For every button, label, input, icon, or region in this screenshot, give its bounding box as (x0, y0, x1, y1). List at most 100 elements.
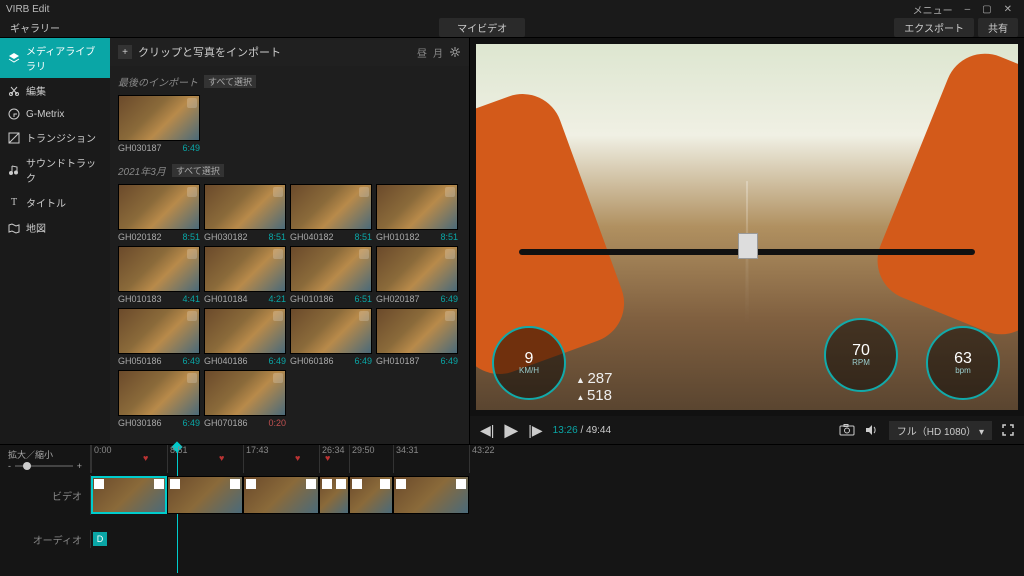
close-button[interactable]: ✕ (998, 4, 1018, 15)
gallery-link[interactable]: ギャラリー (0, 20, 70, 35)
segment-handle-right[interactable] (380, 479, 390, 489)
clip-thumbnail (376, 184, 458, 230)
handlebar (519, 249, 974, 255)
sidebar-item-soundtrack[interactable]: サウンドトラック (0, 150, 110, 190)
clip-name: GH030186 (118, 418, 162, 428)
video-preview[interactable]: 9KM/H ▲ 287 ▲ 518 70RPM 63bpm (476, 44, 1018, 410)
segment-handle-left[interactable] (170, 479, 180, 489)
maximize-button[interactable]: ▢ (976, 4, 997, 15)
clip-thumbnail (376, 308, 458, 354)
segment-handle-left[interactable] (396, 479, 406, 489)
clip-duration: 6:49 (182, 418, 200, 428)
video-track[interactable] (90, 475, 1024, 515)
clip-item[interactable]: GH0401828:51 (290, 184, 372, 242)
sidebar-item-transition[interactable]: トランジション (0, 125, 110, 150)
sidebar-item-media-library[interactable]: メディアライブラリ (0, 38, 110, 78)
segment-handle-left[interactable] (352, 479, 362, 489)
export-button[interactable]: エクスポート (894, 18, 974, 37)
segment-handle-left[interactable] (246, 479, 256, 489)
clip-name: GH030182 (204, 232, 248, 242)
clip-thumbnail (204, 246, 286, 292)
media-library: + クリップと写真をインポート 昼 月 最後のインポート すべて選択 GH030… (110, 38, 470, 444)
clip-item[interactable]: GH0101844:21 (204, 246, 286, 304)
segment-handle-left[interactable] (322, 479, 332, 489)
sidebar-item-title[interactable]: T タイトル (0, 190, 110, 215)
clip-duration: 6:49 (268, 356, 286, 366)
clip-badge-icon (359, 311, 369, 321)
time-tick: 34:31 (393, 445, 419, 473)
segment-handle-left[interactable] (94, 479, 104, 489)
section-month: 2021年3月 すべて選択 (118, 159, 461, 182)
clip-name: GH010186 (290, 294, 334, 304)
fullscreen-button[interactable] (1002, 424, 1014, 436)
clip-item[interactable]: GH0401866:49 (204, 308, 286, 366)
snapshot-button[interactable] (839, 424, 855, 436)
timeline: 拡大／縮小 -+ 0:008:51♥17:43♥26:34♥29:50♥34:3… (0, 444, 1024, 576)
resolution-select[interactable]: フル（HD 1080） ▾ (889, 421, 992, 440)
clip-duration: 4:21 (268, 294, 286, 304)
audio-track[interactable]: D (90, 530, 1024, 548)
sidebar-item-edit[interactable]: 編集 (0, 78, 110, 103)
marker-icon: ♥ (143, 453, 148, 463)
next-frame-button[interactable]: |▶ (528, 422, 542, 439)
clip-item[interactable]: GH0101828:51 (376, 184, 458, 242)
clip-badge-icon (273, 373, 283, 383)
segment-handle-right[interactable] (336, 479, 346, 489)
timeline-segment[interactable] (393, 476, 469, 514)
segment-handle-right[interactable] (306, 479, 316, 489)
timeline-segment[interactable] (349, 476, 393, 514)
settings-icon[interactable] (449, 46, 461, 58)
zoom-slider[interactable]: -+ (8, 461, 82, 471)
prev-frame-button[interactable]: ◀| (480, 422, 494, 439)
clip-badge-icon (273, 187, 283, 197)
clip-duration: 6:49 (440, 356, 458, 366)
clip-item[interactable]: GH0101834:41 (118, 246, 200, 304)
clip-item[interactable]: GH0301828:51 (204, 184, 286, 242)
timeline-segment[interactable] (243, 476, 319, 514)
timeline-segment[interactable] (319, 476, 349, 514)
clip-item[interactable]: GH030186 6:49 (118, 370, 200, 428)
segment-handle-right[interactable] (154, 479, 164, 489)
clip-item[interactable]: GH0701860:20 (204, 370, 286, 428)
view-day-button[interactable]: 昼 (417, 45, 427, 60)
clip-badge-icon (359, 187, 369, 197)
segment-handle-right[interactable] (230, 479, 240, 489)
clip-thumbnail (376, 246, 458, 292)
sidebar-item-label: 編集 (26, 83, 46, 98)
preview-panel: 9KM/H ▲ 287 ▲ 518 70RPM 63bpm ◀| ▶ |▶ 13… (470, 38, 1024, 444)
audio-chip[interactable]: D (93, 532, 107, 546)
clip-name: GH060186 (290, 356, 334, 366)
view-month-button[interactable]: 月 (433, 45, 443, 60)
volume-button[interactable] (865, 424, 879, 436)
timeline-segment[interactable] (167, 476, 243, 514)
clip-item[interactable]: GH0301876:49 (118, 95, 200, 153)
sidebar-item-gmetrix[interactable]: G-Metrix (0, 103, 110, 125)
clip-item[interactable]: GH0101866:51 (290, 246, 372, 304)
select-all-chip[interactable]: すべて選択 (204, 75, 256, 88)
tab-my-video[interactable]: マイビデオ (439, 18, 525, 37)
clip-duration: 6:49 (354, 356, 372, 366)
clip-duration: 8:51 (182, 232, 200, 242)
topbar: ギャラリー マイビデオ エクスポート 共有 (0, 18, 1024, 38)
clip-badge-icon (187, 187, 197, 197)
select-all-chip[interactable]: すべて選択 (172, 164, 224, 177)
timeline-segment[interactable] (91, 476, 167, 514)
play-button[interactable]: ▶ (504, 420, 518, 441)
clip-duration: 4:41 (182, 294, 200, 304)
minimize-button[interactable]: – (959, 4, 977, 15)
import-button[interactable]: + (118, 45, 132, 59)
clip-name: GH040182 (290, 232, 334, 242)
share-button[interactable]: 共有 (978, 18, 1018, 37)
time-ruler[interactable]: 0:008:51♥17:43♥26:34♥29:50♥34:3143:22 (90, 445, 1024, 473)
segment-handle-right[interactable] (456, 479, 466, 489)
layers-icon (8, 52, 20, 64)
clip-item[interactable]: GH0201828:51 (118, 184, 200, 242)
clip-item[interactable]: GH0101876:49 (376, 308, 458, 366)
clip-thumbnail (204, 308, 286, 354)
clip-item[interactable]: GH0501866:49 (118, 308, 200, 366)
menu-button[interactable]: メニュー (907, 2, 959, 17)
sidebar-item-label: G-Metrix (26, 109, 64, 120)
clip-item[interactable]: GH060186 6:49 (290, 308, 372, 366)
clip-item[interactable]: GH0201876:49 (376, 246, 458, 304)
sidebar-item-map[interactable]: 地図 (0, 215, 110, 240)
